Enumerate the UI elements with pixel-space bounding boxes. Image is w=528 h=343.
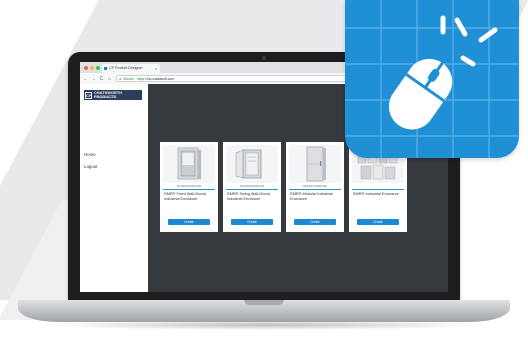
laptop-camera <box>262 56 266 60</box>
card-divider <box>163 189 215 190</box>
secure-label: Secure <box>123 76 134 81</box>
close-window-button[interactable] <box>84 66 88 70</box>
back-button[interactable]: ← <box>83 76 88 82</box>
create-button[interactable]: Create <box>168 219 210 225</box>
url-host: hsi.cdaitasoft.com <box>147 76 175 81</box>
product-image <box>289 145 341 183</box>
cursor-click-icon <box>345 0 519 158</box>
reload-button[interactable]: C <box>99 76 104 82</box>
create-button[interactable]: Create <box>294 219 336 225</box>
laptop-notch <box>244 300 284 305</box>
card-divider <box>289 189 341 190</box>
sidebar-item-logout[interactable]: Logout <box>84 164 97 169</box>
forward-button[interactable]: → <box>91 76 96 82</box>
card-divider <box>352 189 404 190</box>
browser-tab[interactable]: CP Product Designer × <box>102 64 160 73</box>
url-protocol: https:// <box>136 76 147 81</box>
swing-wall-enclosure-image <box>235 149 262 179</box>
company-logo[interactable]: CP CHATSWORTH PRODUCTS Designed to the C… <box>84 90 142 100</box>
product-title: RMR® Swing Wall-Mount Industrial Enclosu… <box>227 192 270 201</box>
modular-enclosure-image <box>306 146 326 182</box>
card-divider <box>226 189 278 190</box>
product-title: RMR® Modular Industrial Enclosure <box>290 192 333 201</box>
tab-title: CP Product Designer <box>109 66 143 70</box>
fixed-wall-enclosure-image <box>177 147 201 180</box>
product-title: RMR® Fixed Wall-Mount Industrial Enclosu… <box>164 192 206 201</box>
part-number: AB-00000-000000-000 <box>239 185 265 188</box>
product-image <box>163 145 215 183</box>
window-controls <box>84 66 100 70</box>
sidebar: CP CHATSWORTH PRODUCTS Designed to the C… <box>80 84 148 292</box>
part-number: AB-00000-000000-000 <box>176 185 202 188</box>
product-card: AB-00000-000000-000 RMR® Fixed Wall-Moun… <box>160 142 218 232</box>
product-image <box>226 145 278 183</box>
product-card: AB-00000-000000-000 RMR® Modular Industr… <box>286 142 344 232</box>
logo-tagline: Designed to the Customer <box>96 97 117 99</box>
maximize-window-button[interactable] <box>96 66 100 70</box>
logo-mark: CP <box>85 91 92 99</box>
favicon-icon <box>104 67 107 70</box>
product-card: AB-00000-000000-000 RMR® Swing Wall-Moun… <box>223 142 281 232</box>
sidebar-item-home[interactable]: Home <box>84 152 96 157</box>
home-button[interactable]: ⌂ <box>107 76 112 82</box>
scene: CP Product Designer × ← → C ⌂ ● Secure h… <box>0 0 528 343</box>
create-button[interactable]: Create <box>357 219 399 225</box>
minimize-window-button[interactable] <box>90 66 94 70</box>
laptop-base <box>18 300 510 322</box>
cursor-click-graphic <box>345 0 519 158</box>
product-title: RMR® Industrial Enclosure <box>353 192 399 196</box>
part-number: AB-00000-000000-000 <box>302 185 328 188</box>
create-button[interactable]: Create <box>231 219 273 225</box>
secure-lock-icon: ● <box>119 76 122 81</box>
tab-close-icon[interactable]: × <box>155 64 157 73</box>
